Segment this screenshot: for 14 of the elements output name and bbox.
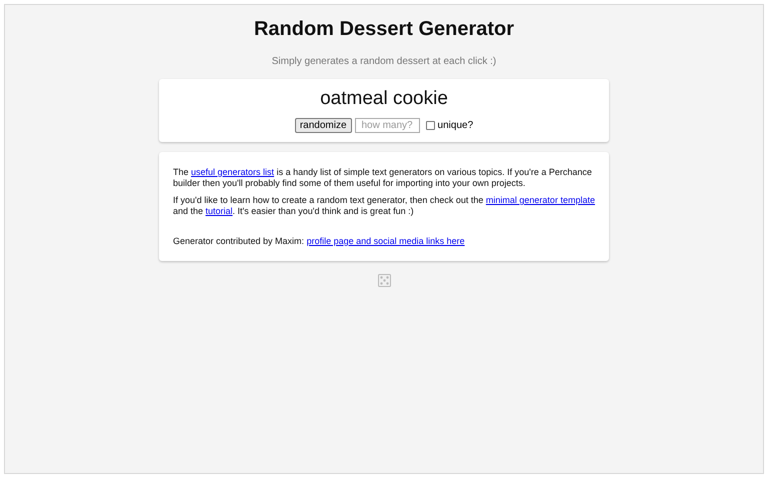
info-paragraph: Generator contributed by Maxim: profile page and social media links here bbox=[173, 236, 466, 246]
randomize-button[interactable]: randomize bbox=[294, 118, 352, 133]
unique-label: unique? bbox=[438, 120, 474, 131]
info-paragraph: The useful generators list is a handy list of simple text generators on various topics. If you're a Perchance builder then you'll probably find some of them useful for importing into your own projects. bbox=[173, 167, 593, 188]
unique-checkbox[interactable] bbox=[426, 121, 435, 130]
result-text: oatmeal cookie bbox=[320, 88, 448, 110]
link[interactable]: useful generators list bbox=[191, 167, 274, 177]
link[interactable]: tutorial bbox=[206, 206, 233, 216]
link[interactable]: minimal generator template bbox=[486, 195, 595, 205]
link[interactable]: profile page and social media links here bbox=[306, 236, 465, 246]
info-paragraph: If you'd like to learn how to create a random text generator, then check out the minimal generator template and the tutorial. It's easier than you'd think and is great fun :) bbox=[173, 195, 595, 216]
page-title: Random Dessert Generator bbox=[254, 18, 514, 41]
subtitle: Simply generates a random dessert at each click :) bbox=[272, 56, 496, 67]
count-field[interactable]: how many? bbox=[354, 118, 420, 133]
